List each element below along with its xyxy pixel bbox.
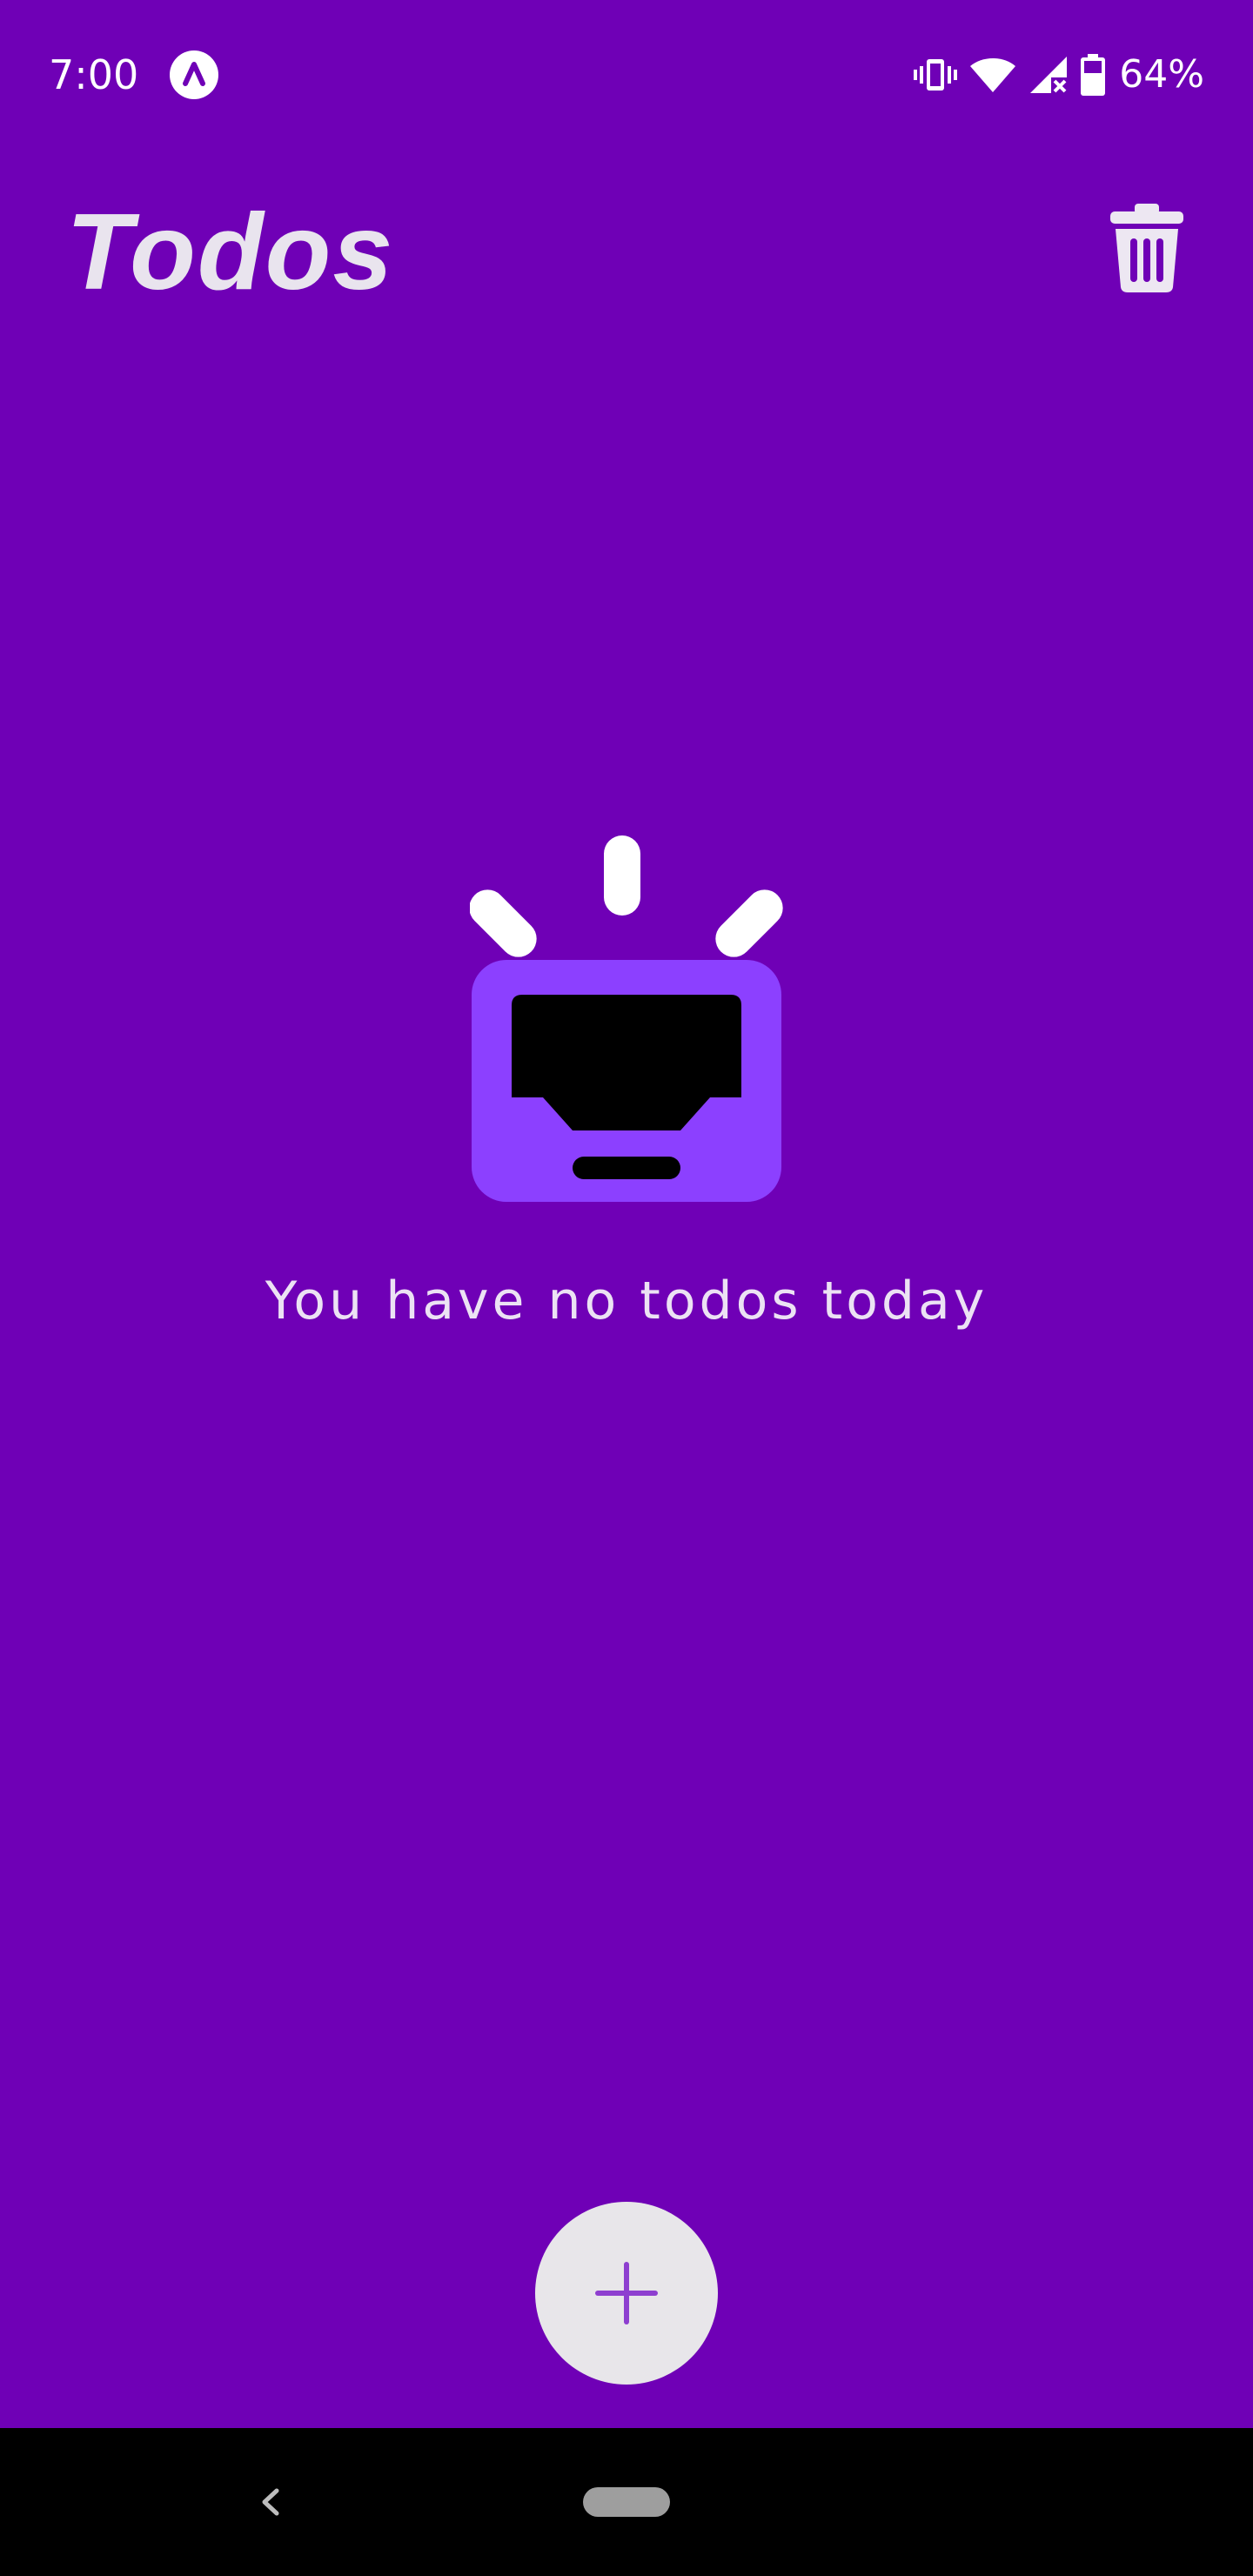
- wifi-icon: [969, 56, 1016, 94]
- status-icons: 64%: [914, 49, 1204, 101]
- status-bar: 7:00 64%: [0, 0, 1253, 148]
- battery-percent: 64%: [1119, 52, 1204, 97]
- status-time: 7:00: [49, 51, 139, 98]
- app-notification-icon: [170, 50, 218, 99]
- delete-all-button[interactable]: [1103, 200, 1190, 296]
- home-pill-icon[interactable]: [583, 2487, 670, 2517]
- add-todo-button[interactable]: [535, 2202, 718, 2385]
- cellular-no-signal-icon: [1029, 55, 1069, 95]
- plus-icon: [595, 2262, 658, 2324]
- page-title: Todos: [66, 192, 395, 312]
- vibrate-icon: [914, 56, 958, 94]
- todos-screen: 7:00 64% Todos You have no todos today: [0, 0, 1253, 2576]
- battery-icon: [1081, 54, 1106, 96]
- trash-icon: [1110, 204, 1183, 292]
- empty-state-message: You have no todos today: [265, 1271, 988, 1332]
- navigation-bar: [0, 2428, 1253, 2576]
- empty-inbox-icon: [469, 831, 783, 1205]
- back-icon[interactable]: [252, 2472, 287, 2532]
